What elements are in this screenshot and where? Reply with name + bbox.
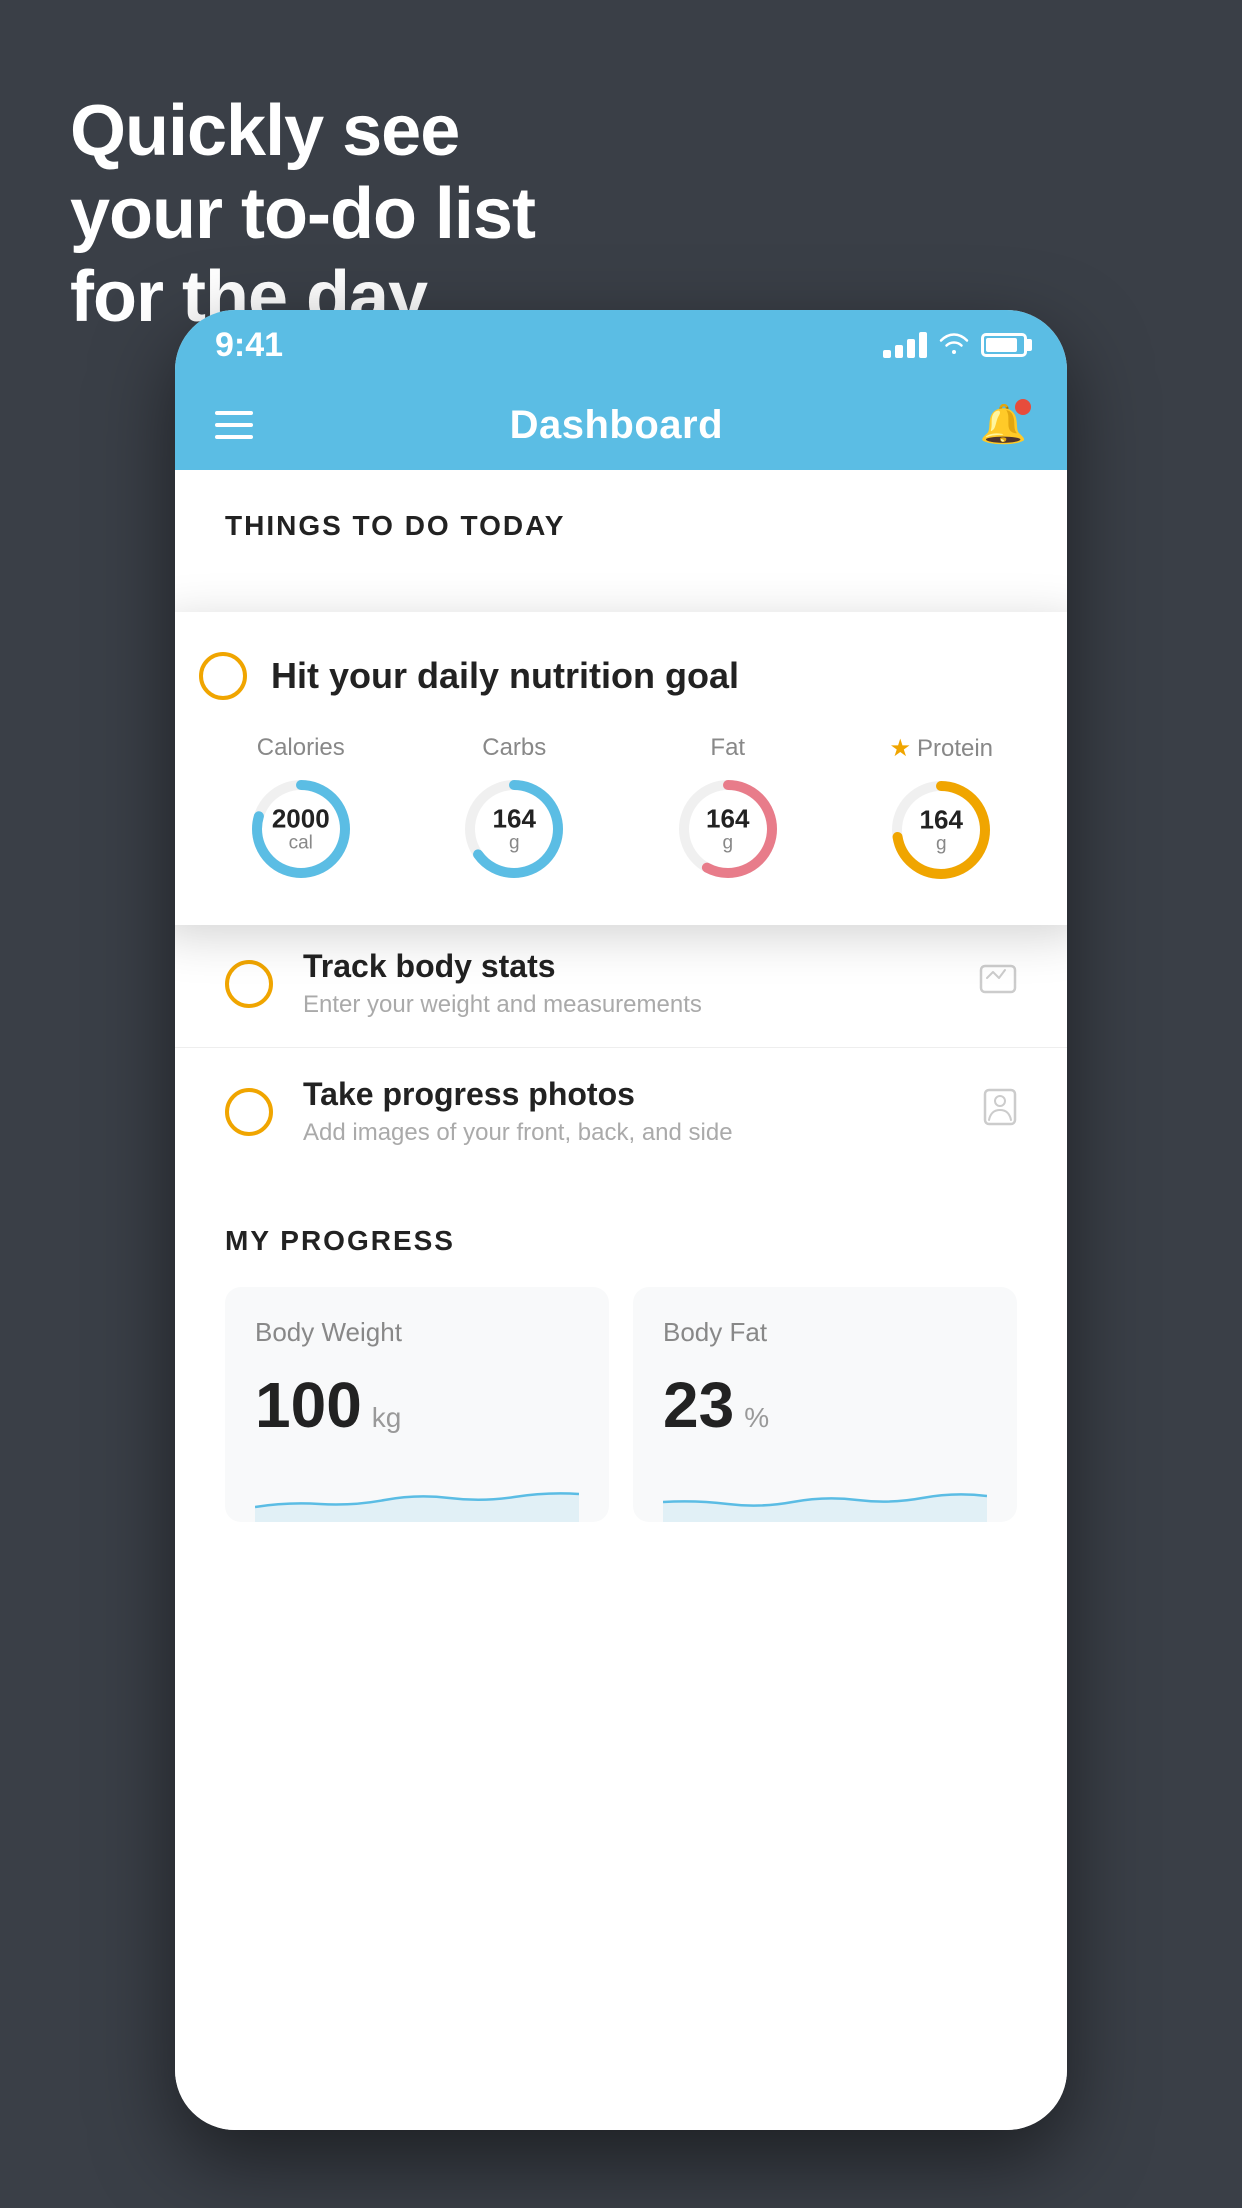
headline: Quickly see your to-do list for the day.: [70, 90, 535, 338]
body-fat-card-title: Body Fat: [663, 1317, 987, 1348]
photos-text: Take progress photos Add images of your …: [303, 1076, 953, 1147]
body-stats-check-circle: [225, 960, 273, 1008]
body-fat-chart: [663, 1462, 987, 1522]
protein-label: ★ Protein: [889, 734, 993, 763]
nav-bar: Dashboard 🔔: [175, 380, 1067, 470]
signal-bars-icon: [883, 332, 927, 358]
battery-icon: [981, 333, 1027, 357]
body-weight-value: 100: [255, 1368, 362, 1442]
nutrition-grid: Calories 2000 cal: [199, 734, 1043, 885]
progress-header: MY PROGRESS: [225, 1225, 1017, 1257]
card-title-row: Hit your daily nutrition goal: [199, 652, 1043, 700]
body-weight-card: Body Weight 100 kg: [225, 1287, 609, 1522]
calories-value: 2000: [272, 804, 330, 833]
body-weight-value-row: 100 kg: [255, 1368, 579, 1442]
nutrition-card-title: Hit your daily nutrition goal: [271, 655, 739, 697]
calories-unit: cal: [272, 833, 330, 854]
body-fat-value-row: 23 %: [663, 1368, 987, 1442]
carbs-donut: 164 g: [459, 774, 569, 884]
fat-label: Fat: [710, 734, 745, 762]
progress-section: MY PROGRESS Body Weight 100 kg: [175, 1225, 1067, 1522]
protein-label-text: Protein: [917, 735, 993, 763]
todo-item-photos[interactable]: Take progress photos Add images of your …: [175, 1048, 1067, 1175]
progress-cards: Body Weight 100 kg Body Fat: [225, 1287, 1017, 1522]
main-content: THINGS TO DO TODAY Hit your daily nutrit…: [175, 470, 1067, 2130]
headline-line2: your to-do list: [70, 173, 535, 256]
status-bar: 9:41: [175, 310, 1067, 380]
nutrition-check-circle[interactable]: [199, 652, 247, 700]
calories-label: Calories: [257, 734, 345, 762]
photos-title: Take progress photos: [303, 1076, 953, 1113]
status-time: 9:41: [215, 326, 283, 365]
protein-value: 164: [920, 805, 963, 834]
fat-value: 164: [706, 804, 749, 833]
notification-bell-icon[interactable]: 🔔: [980, 403, 1027, 447]
phone-mockup: 9:41 Dashboard 🔔: [175, 310, 1067, 2130]
body-weight-unit: kg: [372, 1402, 402, 1434]
nutrition-fat: Fat 164 g: [673, 734, 783, 885]
nutrition-protein: ★ Protein 164 g: [886, 734, 996, 885]
wifi-icon: [939, 329, 969, 361]
notification-dot: [1015, 399, 1031, 415]
photos-subtitle: Add images of your front, back, and side: [303, 1119, 953, 1147]
fat-donut: 164 g: [673, 774, 783, 884]
carbs-unit: g: [493, 833, 536, 854]
body-weight-chart: [255, 1462, 579, 1522]
hamburger-menu[interactable]: [215, 411, 253, 439]
scale-icon: [979, 962, 1017, 1006]
calories-donut: 2000 cal: [246, 774, 356, 884]
body-stats-title: Track body stats: [303, 948, 949, 985]
carbs-value: 164: [493, 804, 536, 833]
body-stats-text: Track body stats Enter your weight and m…: [303, 948, 949, 1019]
todo-item-body-stats[interactable]: Track body stats Enter your weight and m…: [175, 920, 1067, 1048]
body-fat-unit: %: [744, 1402, 769, 1434]
nutrition-carbs: Carbs 164 g: [459, 734, 569, 885]
nav-title: Dashboard: [510, 403, 723, 448]
status-icons: [883, 329, 1027, 361]
nutrition-card: Hit your daily nutrition goal Calories: [175, 612, 1067, 925]
headline-line1: Quickly see: [70, 90, 535, 173]
body-weight-card-title: Body Weight: [255, 1317, 579, 1348]
person-photo-icon: [983, 1088, 1017, 1136]
carbs-label: Carbs: [482, 734, 546, 762]
body-stats-subtitle: Enter your weight and measurements: [303, 991, 949, 1019]
protein-unit: g: [920, 834, 963, 855]
body-fat-card: Body Fat 23 %: [633, 1287, 1017, 1522]
photos-check-circle: [225, 1088, 273, 1136]
nutrition-calories: Calories 2000 cal: [246, 734, 356, 885]
body-fat-value: 23: [663, 1368, 734, 1442]
things-to-do-header: THINGS TO DO TODAY: [175, 470, 1067, 562]
protein-donut: 164 g: [886, 775, 996, 885]
star-icon: ★: [889, 734, 911, 763]
fat-unit: g: [706, 833, 749, 854]
